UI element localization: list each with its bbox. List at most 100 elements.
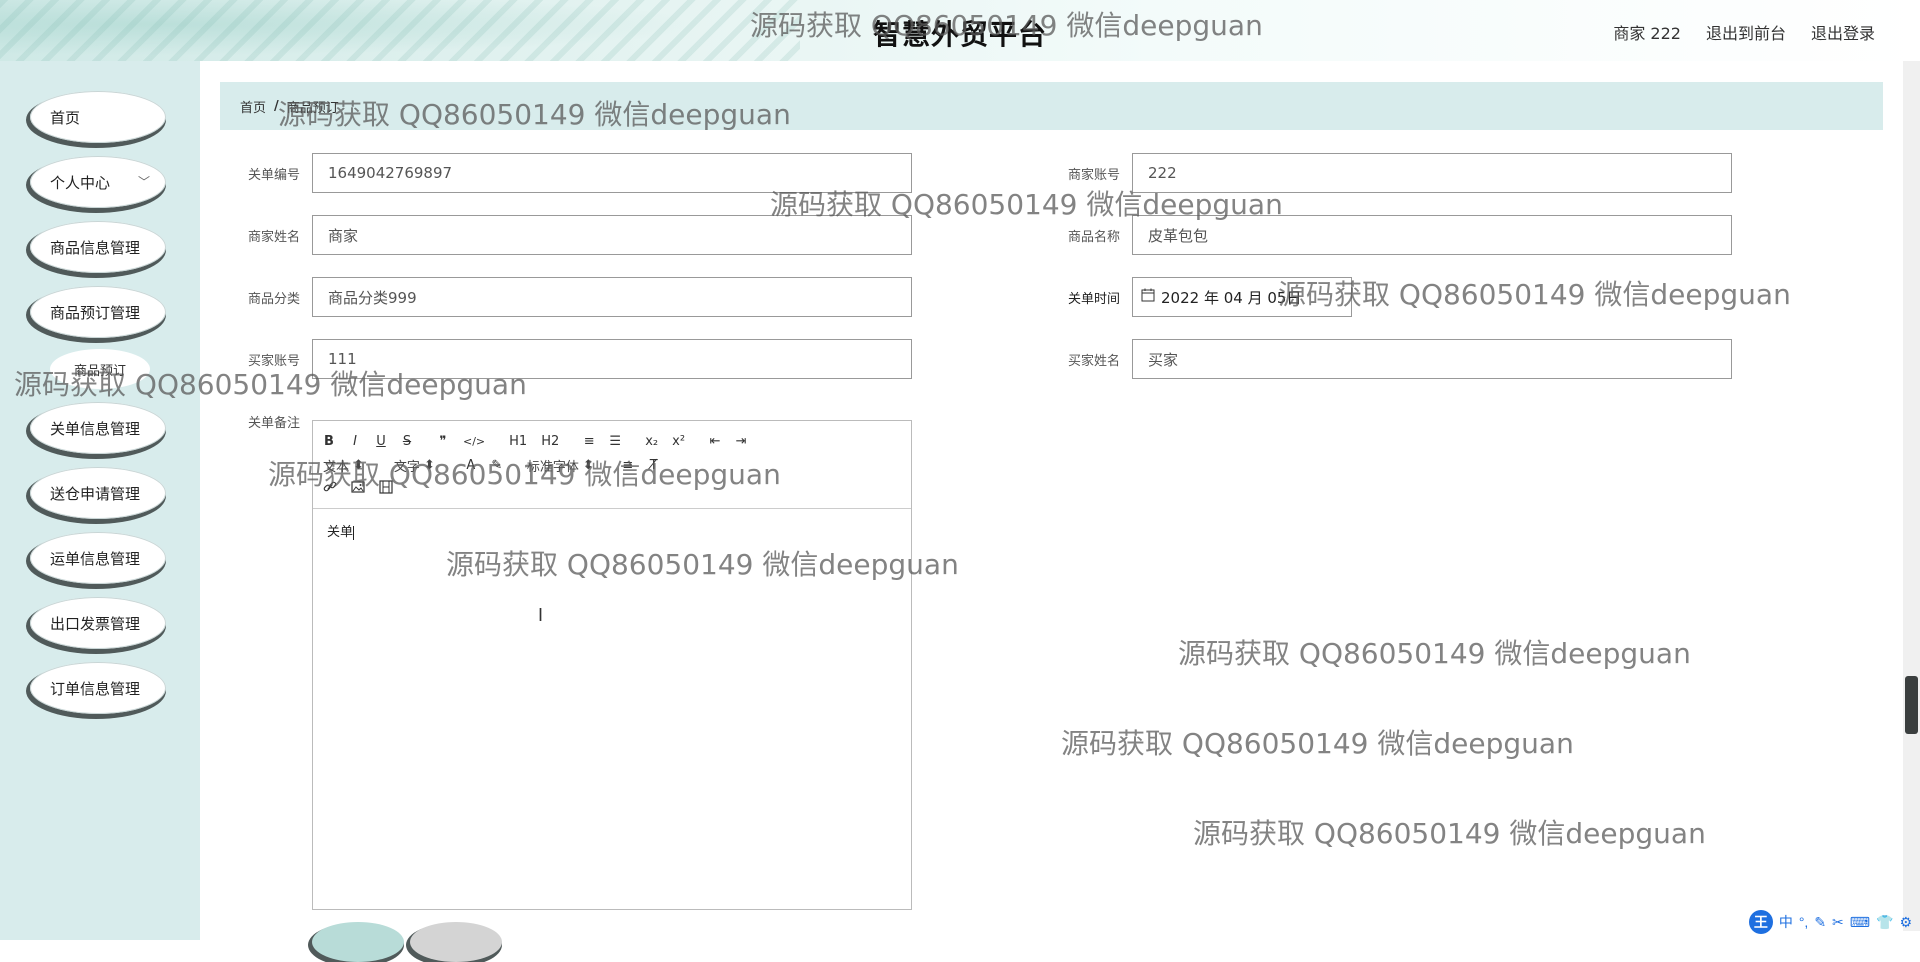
remarks-editor: B I U S ❞ </> H1 H2 ≡ ☰ x₂ x² ⇤ ⇥ 文本 ⬍ 文字…: [312, 420, 912, 910]
ime-lang-toggle[interactable]: 中: [1779, 912, 1793, 932]
ime-punctuation-icon[interactable]: °,: [1799, 914, 1809, 930]
sidebar-item-home[interactable]: 首页: [30, 91, 166, 143]
link-icon[interactable]: [323, 480, 337, 498]
font-style-select[interactable]: 文字 ⬍: [394, 456, 435, 475]
top-header: 智慧外贸平台 商家 222 退出到前台 退出登录: [0, 0, 1920, 61]
product-name-input[interactable]: 皮革包包: [1132, 215, 1732, 255]
sidebar-item-warehouse-request[interactable]: 送仓申请管理: [30, 467, 166, 519]
font-style-select-value: 文字: [393, 459, 420, 475]
image-icon[interactable]: [351, 480, 365, 498]
current-user: 商家 222: [1613, 24, 1681, 43]
breadcrumb: 首页 / 商品预订: [220, 82, 1883, 130]
background-color-icon[interactable]: ✎: [491, 458, 503, 473]
editor-content[interactable]: 关单: [313, 509, 911, 552]
sidebar-item-product-info[interactable]: 商品信息管理: [30, 221, 166, 273]
customs-no-label: 关单编号: [247, 168, 300, 183]
text-color-icon[interactable]: A: [465, 458, 477, 473]
sidebar-item-label: 个人中心: [50, 173, 111, 192]
outdent-button[interactable]: ⇤: [709, 434, 721, 449]
back-to-front-link[interactable]: 退出到前台: [1706, 20, 1786, 44]
editor-toolbar: B I U S ❞ </> H1 H2 ≡ ☰ x₂ x² ⇤ ⇥ 文本 ⬍ 文字…: [313, 421, 911, 509]
sidebar-item-waybill-info[interactable]: 运单信息管理: [30, 532, 166, 584]
toolbar-row-2: 文本 ⬍ 文字 ⬍ A ✎ 标准字体 ⬍ ≡ T̸: [323, 453, 901, 477]
product-category-label: 商品分类: [247, 292, 300, 307]
buyer-account-label: 买家账号: [247, 354, 300, 369]
buyer-name-label: 买家姓名: [1067, 354, 1120, 369]
submenu-item-product-booking[interactable]: 商品预订: [50, 349, 150, 389]
ime-scissors-icon[interactable]: ✂: [1832, 914, 1844, 931]
ime-logo-icon[interactable]: 王: [1748, 910, 1773, 934]
sidebar-item-personal-center[interactable]: 个人中心 ﹀: [30, 156, 166, 208]
sidebar-item-label: 运单信息管理: [50, 549, 141, 568]
ime-pen-icon[interactable]: ✎: [1814, 914, 1826, 931]
product-name-label: 商品名称: [1067, 230, 1120, 245]
customs-no-input[interactable]: 1649042769897: [312, 153, 912, 193]
text-caret: [353, 525, 355, 540]
chevron-down-icon: ⬍: [353, 457, 364, 473]
sidebar-item-order-info[interactable]: 订单信息管理: [30, 662, 166, 714]
strike-button[interactable]: S: [401, 434, 413, 449]
sidebar-item-label: 送仓申请管理: [50, 484, 141, 503]
watermark: 源码获取 QQ86050149 微信deepguan: [1193, 817, 1706, 850]
sidebar-item-label: 出口发票管理: [50, 614, 141, 633]
ime-keyboard-icon[interactable]: ⌨: [1850, 914, 1870, 931]
merchant-account-label: 商家账号: [1067, 168, 1120, 183]
underline-button[interactable]: U: [375, 434, 387, 449]
font-family-select-value: 标准字体: [526, 459, 579, 475]
calendar-icon: [1141, 288, 1155, 306]
editor-text: 关单: [327, 525, 354, 540]
indent-button[interactable]: ⇥: [735, 434, 747, 449]
ime-settings-icon[interactable]: ⚙: [1899, 914, 1912, 931]
sidebar-item-customs-info[interactable]: 关单信息管理: [30, 402, 166, 454]
blockquote-button[interactable]: ❞: [437, 434, 449, 449]
subscript-button[interactable]: x₂: [645, 434, 658, 449]
chevron-down-icon: ⬍: [423, 457, 435, 473]
align-icon[interactable]: ≡: [622, 458, 634, 473]
breadcrumb-current: 商品预订: [286, 100, 339, 116]
sidebar-item-export-invoice[interactable]: 出口发票管理: [30, 597, 166, 649]
text-size-select-value: 文本: [323, 459, 350, 475]
ime-skin-icon[interactable]: 👕: [1876, 914, 1893, 931]
logout-link[interactable]: 退出登录: [1811, 20, 1875, 44]
product-category-input[interactable]: 商品分类999: [312, 277, 912, 317]
bullet-list-button[interactable]: ☰: [609, 434, 621, 449]
toolbar-row-1: B I U S ❞ </> H1 H2 ≡ ☰ x₂ x² ⇤ ⇥: [323, 429, 901, 453]
merchant-name-label: 商家姓名: [247, 230, 300, 245]
breadcrumb-separator: /: [274, 98, 279, 114]
clear-format-icon[interactable]: T̸: [648, 458, 660, 473]
header2-button[interactable]: H2: [541, 434, 559, 449]
font-family-select[interactable]: 标准字体 ⬍: [527, 456, 594, 475]
buyer-name-input[interactable]: 买家: [1132, 339, 1732, 379]
page-scrollbar[interactable]: [1903, 61, 1920, 931]
customs-time-value: 2022 年 04 月 05日: [1161, 288, 1302, 307]
scrollbar-thumb[interactable]: [1905, 676, 1918, 734]
buyer-account-input[interactable]: 111: [312, 339, 912, 379]
submit-button[interactable]: [312, 922, 404, 962]
remarks-label: 关单备注: [247, 416, 300, 431]
sidebar: 首页 个人中心 ﹀ 商品信息管理 商品预订管理 商品预订 关单信息管理 送仓申请管…: [0, 61, 200, 940]
breadcrumb-home[interactable]: 首页: [240, 97, 266, 116]
header1-button[interactable]: H1: [509, 434, 527, 449]
cancel-button[interactable]: [410, 922, 502, 962]
sidebar-item-product-booking[interactable]: 商品预订管理: [30, 286, 166, 338]
watermark: 源码获取 QQ86050149 微信deepguan: [1061, 727, 1574, 760]
code-block-button[interactable]: </>: [463, 435, 485, 448]
header-actions: 商家 222 退出到前台 退出登录: [1613, 20, 1875, 44]
text-size-select[interactable]: 文本 ⬍: [323, 456, 364, 475]
superscript-button[interactable]: x²: [672, 434, 685, 449]
bold-button[interactable]: B: [323, 434, 335, 449]
merchant-account-input[interactable]: 222: [1132, 153, 1732, 193]
chevron-down-icon: ﹀: [137, 175, 150, 189]
ordered-list-button[interactable]: ≡: [583, 434, 595, 449]
customs-time-picker[interactable]: 2022 年 04 月 05日: [1132, 277, 1352, 317]
customs-time-label: 关单时间: [1067, 292, 1120, 307]
sidebar-item-label: 商品信息管理: [50, 238, 141, 257]
merchant-name-input[interactable]: 商家: [312, 215, 912, 255]
watermark: 源码获取 QQ86050149 微信deepguan: [1278, 278, 1791, 311]
text-cursor-icon: I: [538, 605, 544, 625]
sidebar-item-label: 商品预订管理: [50, 303, 141, 322]
sidebar-item-label: 首页: [50, 108, 81, 127]
video-icon[interactable]: [379, 480, 393, 498]
italic-button[interactable]: I: [349, 434, 361, 449]
ime-toolbar: 王 中 °, ✎ ✂ ⌨ 👕 ⚙: [1748, 910, 1912, 934]
